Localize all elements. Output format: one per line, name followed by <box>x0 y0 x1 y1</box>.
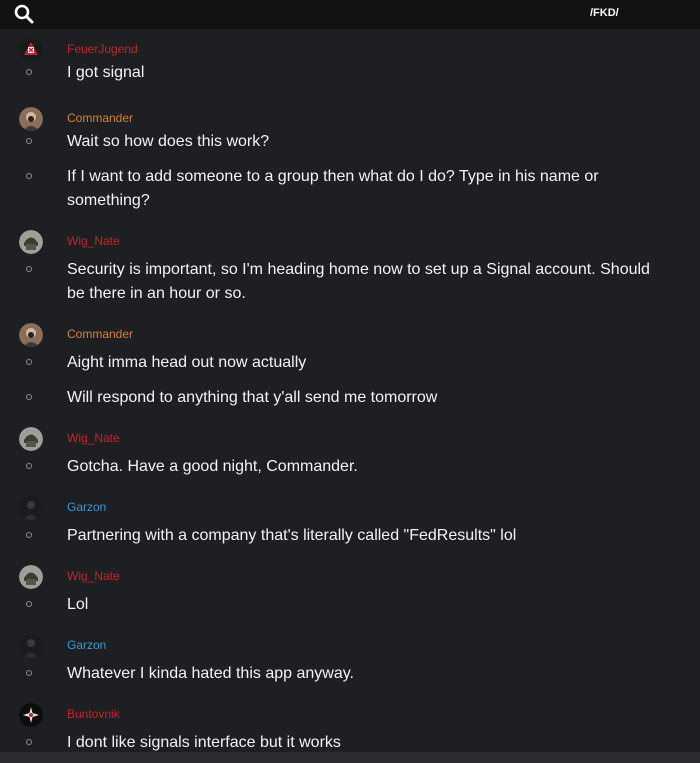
username[interactable]: Commander <box>67 327 133 341</box>
timestamp-dot-icon[interactable] <box>26 266 32 272</box>
avatar[interactable] <box>19 496 43 520</box>
username[interactable]: Wig_Nate <box>67 569 120 583</box>
message-row: Partnering with a company that's literal… <box>0 524 700 548</box>
message-text: Wait so how does this work? <box>67 133 270 150</box>
avatar[interactable] <box>19 634 43 658</box>
message-text: Partnering with a company that's literal… <box>67 527 517 544</box>
timestamp-dot-icon[interactable] <box>26 601 32 607</box>
message-text: Whatever I kinda hated this app anyway. <box>67 665 354 682</box>
message-row: If I want to add someone to a group then… <box>0 165 700 213</box>
timestamp-dot-icon[interactable] <box>26 532 32 538</box>
message-row: I dont like signals interface but it wor… <box>0 731 700 752</box>
message-text: Security is important, so I'm heading ho… <box>67 261 650 302</box>
timestamp-dot-icon[interactable] <box>26 463 32 469</box>
timestamp-dot-icon[interactable] <box>26 69 32 75</box>
timestamp-dot-icon[interactable] <box>26 138 32 144</box>
message-row: Will respond to anything that y'all send… <box>0 386 700 410</box>
message-text: I got signal <box>67 64 145 81</box>
avatar[interactable] <box>19 703 43 727</box>
message-row: I got signal <box>0 61 700 85</box>
message-text: Gotcha. Have a good night, Commander. <box>67 458 358 475</box>
message-row: Gotcha. Have a good night, Commander. <box>0 455 700 479</box>
timestamp-dot-icon[interactable] <box>26 739 32 745</box>
message-text: Will respond to anything that y'all send… <box>67 389 438 406</box>
username[interactable]: Wig_Nate <box>67 431 120 445</box>
message-text: Aight imma head out now actually <box>67 354 307 371</box>
avatar[interactable] <box>19 565 43 589</box>
message-text: If I want to add someone to a group then… <box>67 168 599 209</box>
avatar[interactable] <box>19 323 43 347</box>
avatar[interactable] <box>19 38 43 62</box>
timestamp-dot-icon[interactable] <box>26 670 32 676</box>
avatar[interactable] <box>19 230 43 254</box>
avatar[interactable] <box>19 107 43 131</box>
username[interactable]: FeuerJugend <box>67 42 138 56</box>
timestamp-dot-icon[interactable] <box>26 359 32 365</box>
avatar[interactable] <box>19 427 43 451</box>
message-row: Lol <box>0 593 700 617</box>
horizontal-scrollbar[interactable] <box>0 752 700 763</box>
message-row: Whatever I kinda hated this app anyway. <box>0 662 700 686</box>
username[interactable]: Wig_Nate <box>67 234 120 248</box>
message-feed[interactable]: FeuerJugend I got signal Commander Wait so … <box>0 29 700 752</box>
message-row: Wait so how does this work? <box>0 130 700 154</box>
message-row: Aight imma head out now actually <box>0 351 700 375</box>
timestamp-dot-icon[interactable] <box>26 173 32 179</box>
message-row: Security is important, so I'm heading ho… <box>0 258 700 306</box>
username[interactable]: Buntovnik <box>67 707 120 721</box>
username[interactable]: Garzon <box>67 638 106 652</box>
message-text: I dont like signals interface but it wor… <box>67 734 341 751</box>
top-bar: /FKD/ <box>0 0 700 29</box>
search-icon[interactable] <box>13 3 35 25</box>
timestamp-dot-icon[interactable] <box>26 394 32 400</box>
username[interactable]: Garzon <box>67 500 106 514</box>
channel-title: /FKD/ <box>590 7 619 19</box>
message-text: Lol <box>67 596 89 613</box>
username[interactable]: Commander <box>67 111 133 125</box>
